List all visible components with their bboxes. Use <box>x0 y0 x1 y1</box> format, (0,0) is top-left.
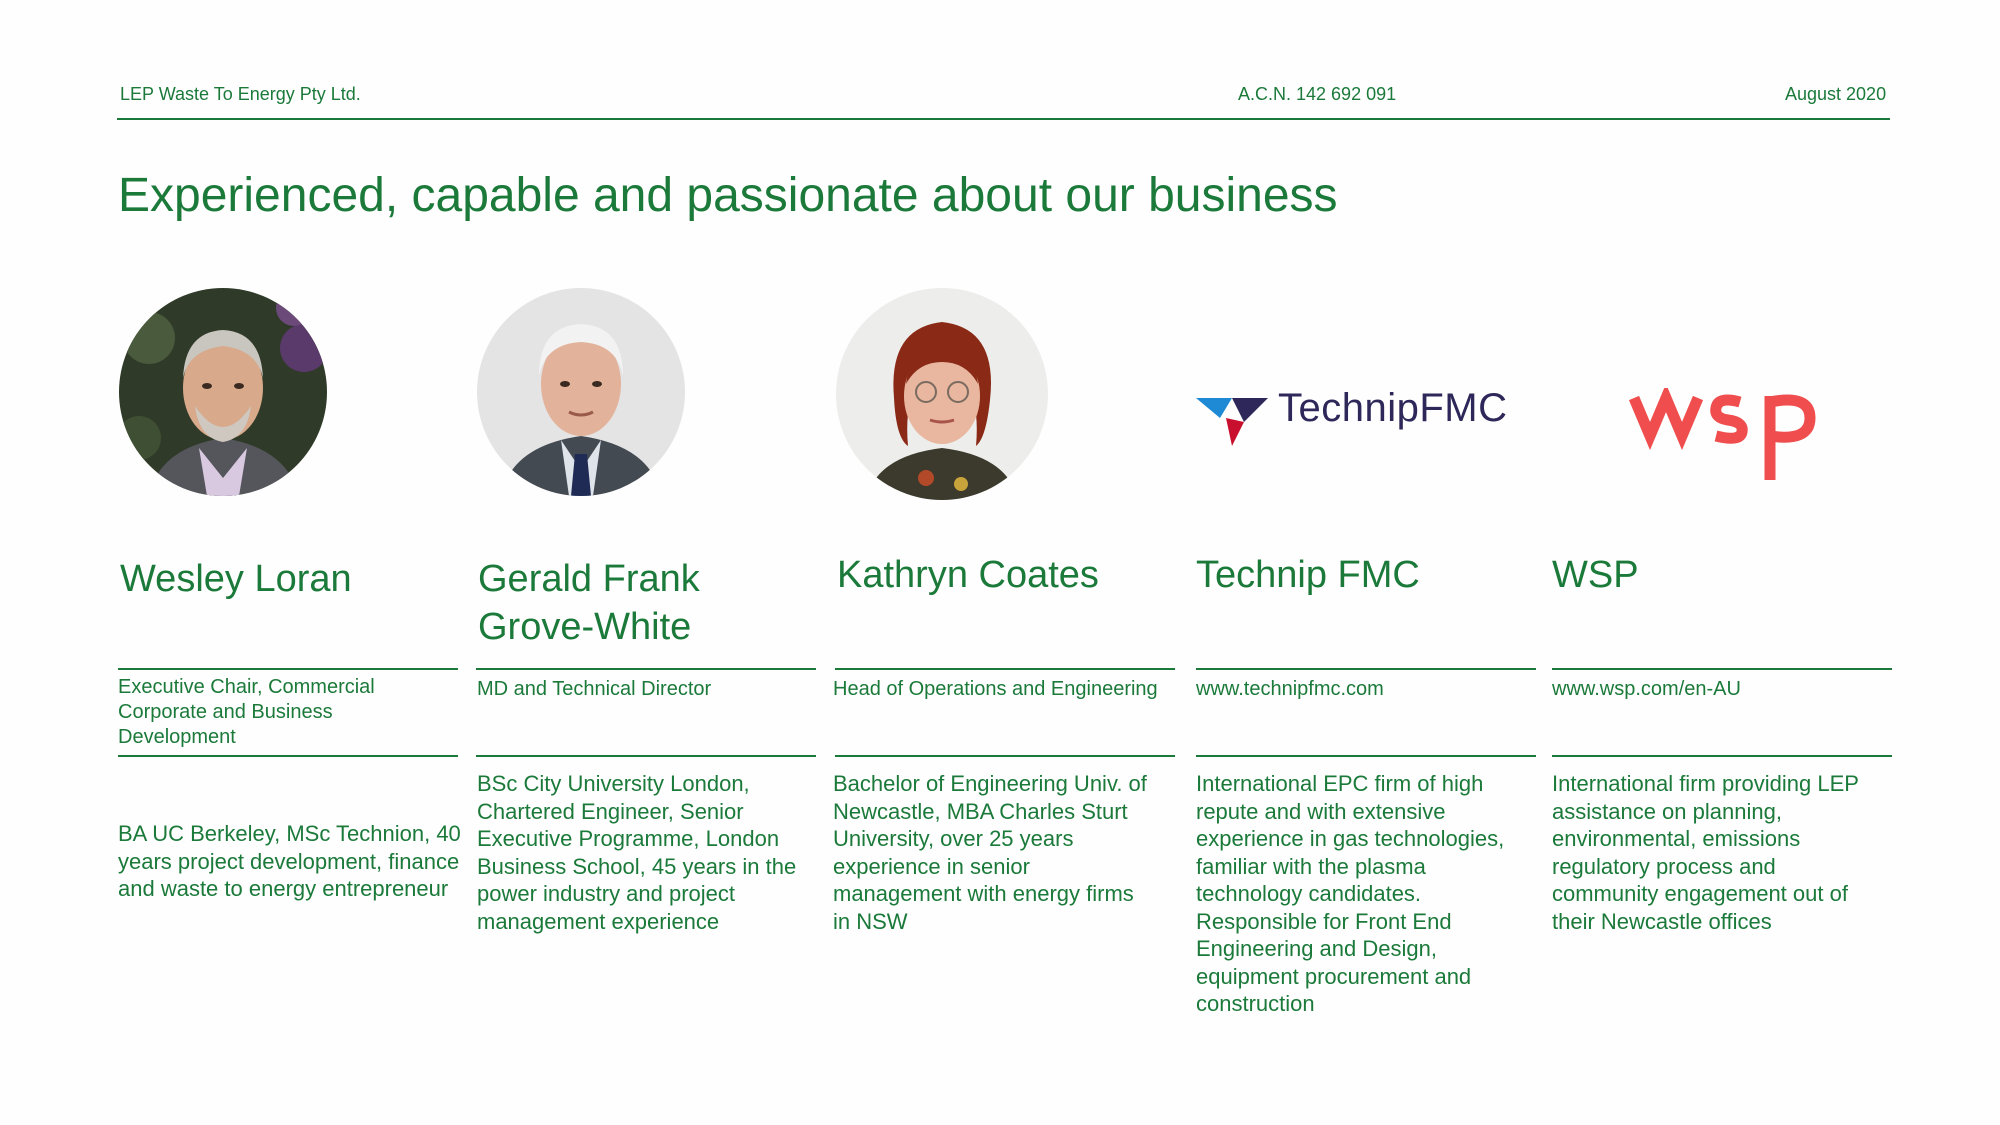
divider <box>118 755 458 757</box>
divider <box>1552 668 1892 670</box>
company-name: WSP <box>1552 554 1639 596</box>
company-bio: International firm providing LEP assista… <box>1552 771 1859 934</box>
gerald-photo <box>477 288 685 496</box>
company-name: LEP Waste To Energy Pty Ltd. <box>120 84 361 104</box>
person-role: Executive Chair, Commercial Corporate an… <box>118 676 375 748</box>
divider <box>835 755 1175 757</box>
company-bio: International EPC firm of high repute an… <box>1196 771 1505 1016</box>
divider <box>1196 755 1536 757</box>
company-website-link[interactable]: www.wsp.com/en-AU <box>1552 677 1892 702</box>
person-bio: Bachelor of Engineering Univ. of Newcast… <box>833 771 1147 934</box>
acn-number: A.C.N. 142 692 091 <box>1238 84 1397 104</box>
person-name: Wesley Loran <box>120 558 352 600</box>
technipfmc-wordmark: TechnipFMC <box>1278 386 1508 430</box>
wsp-logo <box>1628 383 1818 484</box>
company-name: Technip FMC <box>1196 554 1420 596</box>
header-divider <box>117 118 1890 120</box>
divider <box>118 668 458 670</box>
kathryn-photo <box>836 288 1048 500</box>
company-website-link[interactable]: www.technipfmc.com <box>1196 677 1536 702</box>
page-title: Experienced, capable and passionate abou… <box>118 169 1338 222</box>
divider <box>476 668 816 670</box>
divider <box>1552 755 1892 757</box>
technipfmc-logo: TechnipFMC <box>1196 388 1536 448</box>
divider <box>1196 668 1536 670</box>
person-name: Gerald Frank Grove-White <box>478 558 700 648</box>
divider <box>476 755 816 757</box>
divider <box>835 668 1175 670</box>
person-bio: BA UC Berkeley, MSc Technion, 40 years p… <box>118 821 461 901</box>
person-name: Kathryn Coates <box>837 554 1099 596</box>
person-role: MD and Technical Director <box>477 678 712 700</box>
person-role: Head of Operations and Engineering <box>833 678 1158 700</box>
report-date: August 2020 <box>1785 84 1887 104</box>
person-bio: BSc City University London, Chartered En… <box>477 771 797 934</box>
wesley-photo <box>119 288 327 496</box>
